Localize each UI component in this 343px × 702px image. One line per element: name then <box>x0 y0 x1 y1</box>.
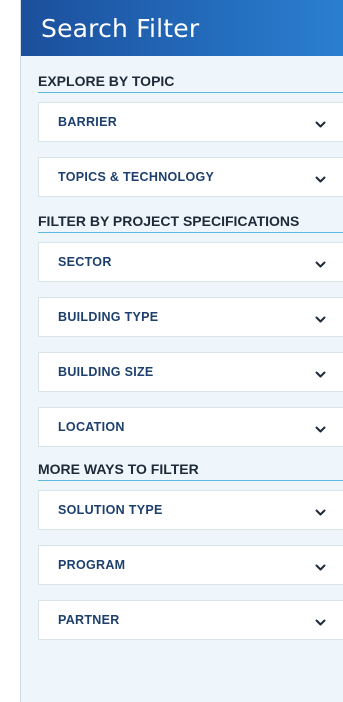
filter-list-more-ways: SOLUTION TYPE PROGRAM PARTNER <box>38 490 343 640</box>
filter-building-size[interactable]: BUILDING SIZE <box>38 352 343 392</box>
chevron-down-icon <box>314 369 326 381</box>
filter-label: SOLUTION TYPE <box>58 503 163 517</box>
filter-label: BARRIER <box>58 115 118 129</box>
section-heading-more-ways-to-filter: MORE WAYS TO FILTER <box>38 461 343 481</box>
filter-label: PROGRAM <box>58 558 126 572</box>
filter-partner[interactable]: PARTNER <box>38 600 343 640</box>
filter-location[interactable]: LOCATION <box>38 407 343 447</box>
chevron-down-icon <box>314 424 326 436</box>
filter-label: PARTNER <box>58 613 120 627</box>
chevron-down-icon <box>314 119 326 131</box>
filter-list-explore-by-topic: BARRIER TOPICS & TECHNOLOGY <box>38 102 343 197</box>
filter-sector[interactable]: SECTOR <box>38 242 343 282</box>
filter-label: TOPICS & TECHNOLOGY <box>58 170 215 184</box>
chevron-down-icon <box>314 562 326 574</box>
filter-topics-technology[interactable]: TOPICS & TECHNOLOGY <box>38 157 343 197</box>
filter-label: LOCATION <box>58 420 125 434</box>
chevron-down-icon <box>314 507 326 519</box>
chevron-down-icon <box>314 259 326 271</box>
filter-label: BUILDING SIZE <box>58 365 154 379</box>
chevron-down-icon <box>314 617 326 629</box>
section-heading-explore-by-topic: EXPLORE BY TOPIC <box>38 73 343 93</box>
chevron-down-icon <box>314 174 326 186</box>
filter-label: BUILDING TYPE <box>58 310 159 324</box>
panel-title: Search Filter <box>41 13 200 43</box>
search-filter-panel: Search Filter EXPLORE BY TOPIC BARRIER T… <box>20 0 343 702</box>
filter-list-project-specifications: SECTOR BUILDING TYPE BUILDING SIZE LOCAT… <box>38 242 343 447</box>
filter-label: SECTOR <box>58 255 112 269</box>
panel-header: Search Filter <box>21 0 343 56</box>
filter-building-type[interactable]: BUILDING TYPE <box>38 297 343 337</box>
chevron-down-icon <box>314 314 326 326</box>
section-heading-filter-by-project-specifications: FILTER BY PROJECT SPECIFICATIONS <box>38 213 343 233</box>
filter-barrier[interactable]: BARRIER <box>38 102 343 142</box>
filter-solution-type[interactable]: SOLUTION TYPE <box>38 490 343 530</box>
filter-program[interactable]: PROGRAM <box>38 545 343 585</box>
